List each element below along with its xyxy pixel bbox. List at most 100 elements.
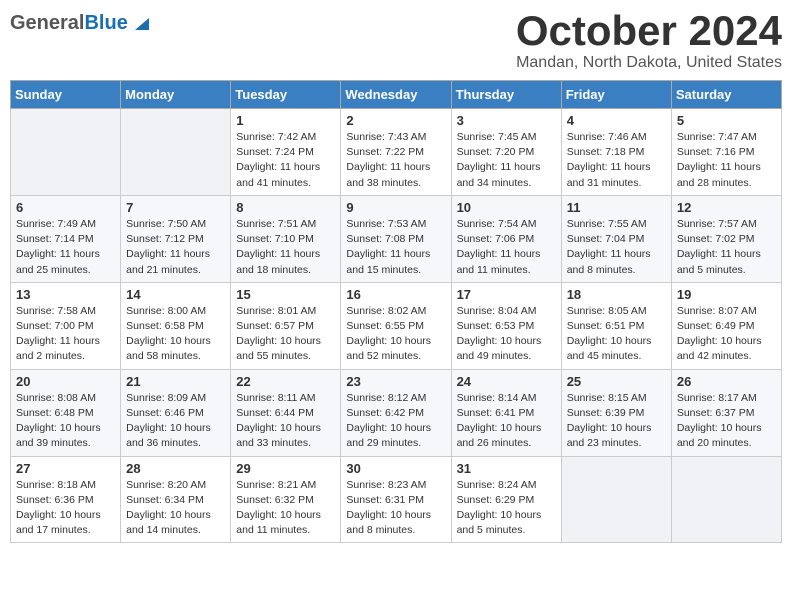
calendar-cell: 23Sunrise: 8:12 AMSunset: 6:42 PMDayligh… — [341, 369, 451, 456]
logo-general-text: General — [10, 12, 84, 35]
weekday-header-wednesday: Wednesday — [341, 81, 451, 109]
calendar-cell: 22 Sunrise: 8:11 AMSunset: 6:44 PMDayligh… — [231, 369, 341, 456]
calendar-cell: 20Sunrise: 8:08 AMSunset: 6:48 PMDayligh… — [11, 369, 121, 456]
cell-daylight-info: Sunrise: 8:11 AMSunset: 6:44 PMDaylight:… — [236, 391, 335, 452]
calendar-cell: 30Sunrise: 8:23 AMSunset: 6:31 PMDayligh… — [341, 456, 451, 543]
calendar-cell: 6 Sunrise: 7:49 AMSunset: 7:14 PMDaylight… — [11, 195, 121, 282]
day-number: 3 — [457, 113, 556, 128]
cell-daylight-info: Sunrise: 7:42 AMSunset: 7:24 PMDaylight:… — [236, 130, 335, 191]
day-number: 11 — [567, 200, 666, 215]
weekday-header-friday: Friday — [561, 81, 671, 109]
calendar-cell: 7 Sunrise: 7:50 AMSunset: 7:12 PMDaylight… — [121, 195, 231, 282]
day-number: 18 — [567, 287, 666, 302]
calendar-week-1: 1Sunrise: 7:42 AMSunset: 7:24 PMDaylight… — [11, 109, 782, 196]
cell-daylight-info: Sunrise: 8:01 AMSunset: 6:57 PMDaylight:… — [236, 304, 335, 365]
calendar-cell: 19 Sunrise: 8:07 AMSunset: 6:49 PMDayligh… — [671, 282, 781, 369]
day-number: 24 — [457, 374, 556, 389]
day-number: 20 — [16, 374, 115, 389]
day-number: 2 — [346, 113, 445, 128]
cell-daylight-info: Sunrise: 7:53 AMSunset: 7:08 PMDaylight:… — [346, 217, 445, 278]
weekday-header-sunday: Sunday — [11, 81, 121, 109]
cell-daylight-info: Sunrise: 8:24 AMSunset: 6:29 PMDaylight:… — [457, 478, 556, 539]
calendar-cell — [671, 456, 781, 543]
calendar-cell: 21Sunrise: 8:09 AMSunset: 6:46 PMDayligh… — [121, 369, 231, 456]
day-number: 23 — [346, 374, 445, 389]
weekday-header-tuesday: Tuesday — [231, 81, 341, 109]
cell-daylight-info: Sunrise: 8:02 AMSunset: 6:55 PMDaylight:… — [346, 304, 445, 365]
day-number: 15 — [236, 287, 335, 302]
day-number: 4 — [567, 113, 666, 128]
weekday-header-monday: Monday — [121, 81, 231, 109]
day-number: 16 — [346, 287, 445, 302]
cell-daylight-info: Sunrise: 8:15 AMSunset: 6:39 PMDaylight:… — [567, 391, 666, 452]
calendar-cell: 28 Sunrise: 8:20 AMSunset: 6:34 PMDayligh… — [121, 456, 231, 543]
calendar-cell: 10Sunrise: 7:54 AMSunset: 7:06 PMDayligh… — [451, 195, 561, 282]
cell-daylight-info: Sunrise: 8:05 AMSunset: 6:51 PMDaylight:… — [567, 304, 666, 365]
day-number: 30 — [346, 461, 445, 476]
calendar-cell: 2 Sunrise: 7:43 AMSunset: 7:22 PMDaylight… — [341, 109, 451, 196]
month-title: October 2024 — [516, 10, 782, 52]
calendar-cell: 18 Sunrise: 8:05 AMSunset: 6:51 PMDayligh… — [561, 282, 671, 369]
cell-daylight-info: Sunrise: 7:47 AMSunset: 7:16 PMDaylight:… — [677, 130, 776, 191]
cell-daylight-info: Sunrise: 8:18 AMSunset: 6:36 PMDaylight:… — [16, 478, 115, 539]
calendar-cell — [121, 109, 231, 196]
cell-daylight-info: Sunrise: 7:54 AMSunset: 7:06 PMDaylight:… — [457, 217, 556, 278]
day-number: 19 — [677, 287, 776, 302]
cell-daylight-info: Sunrise: 8:14 AMSunset: 6:41 PMDaylight:… — [457, 391, 556, 452]
day-number: 12 — [677, 200, 776, 215]
day-number: 29 — [236, 461, 335, 476]
cell-daylight-info: Sunrise: 7:55 AMSunset: 7:04 PMDaylight:… — [567, 217, 666, 278]
cell-daylight-info: Sunrise: 8:17 AMSunset: 6:37 PMDaylight:… — [677, 391, 776, 452]
weekday-header-thursday: Thursday — [451, 81, 561, 109]
cell-daylight-info: Sunrise: 8:09 AMSunset: 6:46 PMDaylight:… — [126, 391, 225, 452]
calendar-cell: 12 Sunrise: 7:57 AMSunset: 7:02 PMDayligh… — [671, 195, 781, 282]
cell-daylight-info: Sunrise: 7:57 AMSunset: 7:02 PMDaylight:… — [677, 217, 776, 278]
cell-daylight-info: Sunrise: 8:20 AMSunset: 6:34 PMDaylight:… — [126, 478, 225, 539]
cell-daylight-info: Sunrise: 7:51 AMSunset: 7:10 PMDaylight:… — [236, 217, 335, 278]
calendar-cell: 15 Sunrise: 8:01 AMSunset: 6:57 PMDayligh… — [231, 282, 341, 369]
cell-daylight-info: Sunrise: 7:50 AMSunset: 7:12 PMDaylight:… — [126, 217, 225, 278]
calendar-cell: 31 Sunrise: 8:24 AMSunset: 6:29 PMDayligh… — [451, 456, 561, 543]
calendar-cell: 11 Sunrise: 7:55 AMSunset: 7:04 PMDayligh… — [561, 195, 671, 282]
day-number: 27 — [16, 461, 115, 476]
cell-daylight-info: Sunrise: 7:58 AMSunset: 7:00 PMDaylight:… — [16, 304, 115, 365]
calendar-cell: 4 Sunrise: 7:46 AMSunset: 7:18 PMDaylight… — [561, 109, 671, 196]
calendar-table: SundayMondayTuesdayWednesdayThursdayFrid… — [10, 80, 782, 543]
day-number: 31 — [457, 461, 556, 476]
calendar-cell: 9 Sunrise: 7:53 AMSunset: 7:08 PMDaylight… — [341, 195, 451, 282]
cell-daylight-info: Sunrise: 8:04 AMSunset: 6:53 PMDaylight:… — [457, 304, 556, 365]
cell-daylight-info: Sunrise: 7:46 AMSunset: 7:18 PMDaylight:… — [567, 130, 666, 191]
cell-daylight-info: Sunrise: 7:49 AMSunset: 7:14 PMDaylight:… — [16, 217, 115, 278]
calendar-cell: 14Sunrise: 8:00 AMSunset: 6:58 PMDayligh… — [121, 282, 231, 369]
day-number: 17 — [457, 287, 556, 302]
day-number: 6 — [16, 200, 115, 215]
calendar-cell — [561, 456, 671, 543]
cell-daylight-info: Sunrise: 7:43 AMSunset: 7:22 PMDaylight:… — [346, 130, 445, 191]
calendar-cell: 26 Sunrise: 8:17 AMSunset: 6:37 PMDayligh… — [671, 369, 781, 456]
day-number: 8 — [236, 200, 335, 215]
calendar-cell: 27 Sunrise: 8:18 AMSunset: 6:36 PMDayligh… — [11, 456, 121, 543]
calendar-cell: 16 Sunrise: 8:02 AMSunset: 6:55 PMDayligh… — [341, 282, 451, 369]
cell-daylight-info: Sunrise: 8:21 AMSunset: 6:32 PMDaylight:… — [236, 478, 335, 539]
calendar-cell: 17 Sunrise: 8:04 AMSunset: 6:53 PMDayligh… — [451, 282, 561, 369]
cell-daylight-info: Sunrise: 8:07 AMSunset: 6:49 PMDaylight:… — [677, 304, 776, 365]
day-number: 7 — [126, 200, 225, 215]
day-number: 26 — [677, 374, 776, 389]
day-number: 13 — [16, 287, 115, 302]
day-number: 9 — [346, 200, 445, 215]
day-number: 28 — [126, 461, 225, 476]
location-text: Mandan, North Dakota, United States — [516, 54, 782, 72]
calendar-week-3: 13 Sunrise: 7:58 AMSunset: 7:00 PMDayligh… — [11, 282, 782, 369]
weekday-header-saturday: Saturday — [671, 81, 781, 109]
calendar-cell: 3 Sunrise: 7:45 AMSunset: 7:20 PMDaylight… — [451, 109, 561, 196]
day-number: 14 — [126, 287, 225, 302]
day-number: 5 — [677, 113, 776, 128]
calendar-cell: 24 Sunrise: 8:14 AMSunset: 6:41 PMDayligh… — [451, 369, 561, 456]
calendar-cell: 5 Sunrise: 7:47 AMSunset: 7:16 PMDaylight… — [671, 109, 781, 196]
calendar-week-2: 6 Sunrise: 7:49 AMSunset: 7:14 PMDaylight… — [11, 195, 782, 282]
cell-daylight-info: Sunrise: 7:45 AMSunset: 7:20 PMDaylight:… — [457, 130, 556, 191]
calendar-week-5: 27 Sunrise: 8:18 AMSunset: 6:36 PMDayligh… — [11, 456, 782, 543]
title-block: October 2024 Mandan, North Dakota, Unite… — [516, 10, 782, 72]
day-number: 22 — [236, 374, 335, 389]
weekday-header-row: SundayMondayTuesdayWednesdayThursdayFrid… — [11, 81, 782, 109]
